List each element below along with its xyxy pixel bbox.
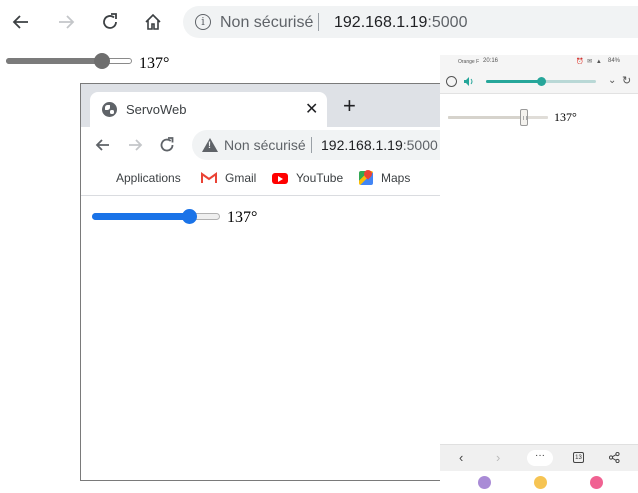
close-tab-icon[interactable]: ✕ xyxy=(305,99,318,119)
chrome-back-button[interactable] xyxy=(91,133,115,157)
reload-button[interactable] xyxy=(94,6,126,38)
tab-servoweb[interactable]: ServoWeb ✕ xyxy=(90,92,327,127)
chrome-toolbar: Non sécurisé 192.168.1.19:5000 xyxy=(81,127,442,164)
youtube-icon xyxy=(272,172,288,184)
forward-arrow-icon xyxy=(59,15,75,29)
slider-thumb[interactable] xyxy=(537,77,546,86)
tab-strip: ServoWeb ✕ + xyxy=(81,84,442,127)
more-menu-button[interactable]: ··· xyxy=(527,450,553,466)
bookmark-applications[interactable]: Applications xyxy=(95,171,181,185)
slider-fill xyxy=(92,213,190,220)
angle-value-label: 137° xyxy=(227,209,258,226)
reload-icon xyxy=(103,13,117,29)
volume-icon[interactable] xyxy=(464,77,474,86)
refresh-icon[interactable]: ↻ xyxy=(622,74,631,87)
tabs-count-button[interactable]: 13 xyxy=(573,452,584,463)
slider-fill xyxy=(448,116,525,119)
share-icon[interactable] xyxy=(609,452,620,463)
volume-slider[interactable] xyxy=(486,77,596,86)
home-circle-icon[interactable] xyxy=(534,476,547,489)
recent-apps-icon[interactable] xyxy=(478,476,491,489)
back-circle-icon[interactable] xyxy=(590,476,603,489)
carrier-label: Orange F xyxy=(458,59,480,65)
cast-icon[interactable] xyxy=(446,76,457,87)
chrome-window-screenshot: ServoWeb ✕ + Non sécurisé 192.168.1.19:5… xyxy=(80,83,442,481)
phone-volume-panel: ⌄ ↻ xyxy=(440,70,638,94)
address-bar[interactable]: i Non sécurisé 192.168.1.19:5000 xyxy=(183,6,638,38)
security-label: Non sécurisé xyxy=(220,14,314,31)
home-button[interactable] xyxy=(137,6,169,38)
new-tab-button[interactable]: + xyxy=(343,95,356,117)
bookmark-label: Applications xyxy=(116,171,181,185)
apps-grid-icon xyxy=(95,172,108,185)
slider-fill xyxy=(486,80,541,83)
phone-browser-navbar: ‹ › ··· 13 xyxy=(440,444,638,471)
chrome-address-bar[interactable]: Non sécurisé 192.168.1.19:5000 xyxy=(192,130,442,160)
forward-chevron-icon[interactable]: › xyxy=(496,450,500,465)
bookmark-label: Maps xyxy=(381,171,411,185)
gmail-icon xyxy=(201,172,217,184)
angle-value-label: 137° xyxy=(554,110,577,124)
url-text: 192.168.1.19:5000 xyxy=(321,137,438,153)
reload-icon xyxy=(160,137,174,152)
forward-button[interactable] xyxy=(50,6,82,38)
chrome-forward-button[interactable] xyxy=(123,133,147,157)
browser-toolbar: i Non sécurisé 192.168.1.19:5000 xyxy=(0,0,638,46)
url-text: 192.168.1.19:5000 xyxy=(334,14,468,31)
bookmark-maps[interactable]: Maps xyxy=(359,171,410,185)
back-chevron-icon[interactable]: ‹ xyxy=(459,450,463,465)
tab-title: ServoWeb xyxy=(126,102,187,117)
info-icon[interactable]: i xyxy=(195,14,211,30)
back-arrow-icon xyxy=(95,139,109,151)
security-label: Non sécurisé xyxy=(224,137,306,153)
bookmarks-bar: Applications Gmail YouTube Maps xyxy=(81,164,442,196)
battery-label: 84% xyxy=(608,58,621,64)
status-icons: ⏰ ✉ ▲ xyxy=(576,59,603,65)
servo-angle-slider[interactable] xyxy=(6,53,132,69)
back-button[interactable] xyxy=(5,6,37,38)
chevron-down-icon[interactable]: ⌄ xyxy=(608,75,616,86)
slider-thumb[interactable] xyxy=(520,109,529,126)
bookmark-youtube[interactable]: YouTube xyxy=(272,171,343,185)
clock-label: 20:16 xyxy=(483,58,499,64)
chrome-reload-button[interactable] xyxy=(155,133,179,157)
phone-screenshot: Orange F 20:16 ⏰ ✉ ▲ 84% ⌄ ↻ 137° ‹ › ··… xyxy=(440,55,638,493)
servo-angle-slider[interactable] xyxy=(448,109,548,126)
back-arrow-icon xyxy=(12,15,28,29)
phone-status-bar: Orange F 20:16 ⏰ ✉ ▲ 84% xyxy=(440,55,638,70)
bookmark-label: Gmail xyxy=(225,171,257,185)
home-icon xyxy=(145,13,161,30)
address-separator xyxy=(311,137,312,153)
angle-value-label: 137° xyxy=(139,55,170,72)
slider-fill xyxy=(6,58,102,64)
forward-arrow-icon xyxy=(129,139,143,151)
maps-icon xyxy=(359,171,373,185)
slider-thumb[interactable] xyxy=(182,209,198,224)
warning-icon[interactable] xyxy=(202,138,218,152)
phone-system-navbar xyxy=(440,471,638,493)
servo-angle-slider[interactable] xyxy=(92,209,220,224)
bookmark-label: YouTube xyxy=(296,171,344,185)
slider-thumb[interactable] xyxy=(93,53,110,69)
bookmark-gmail[interactable]: Gmail xyxy=(201,171,256,185)
globe-icon xyxy=(102,102,117,117)
address-separator xyxy=(318,13,319,31)
